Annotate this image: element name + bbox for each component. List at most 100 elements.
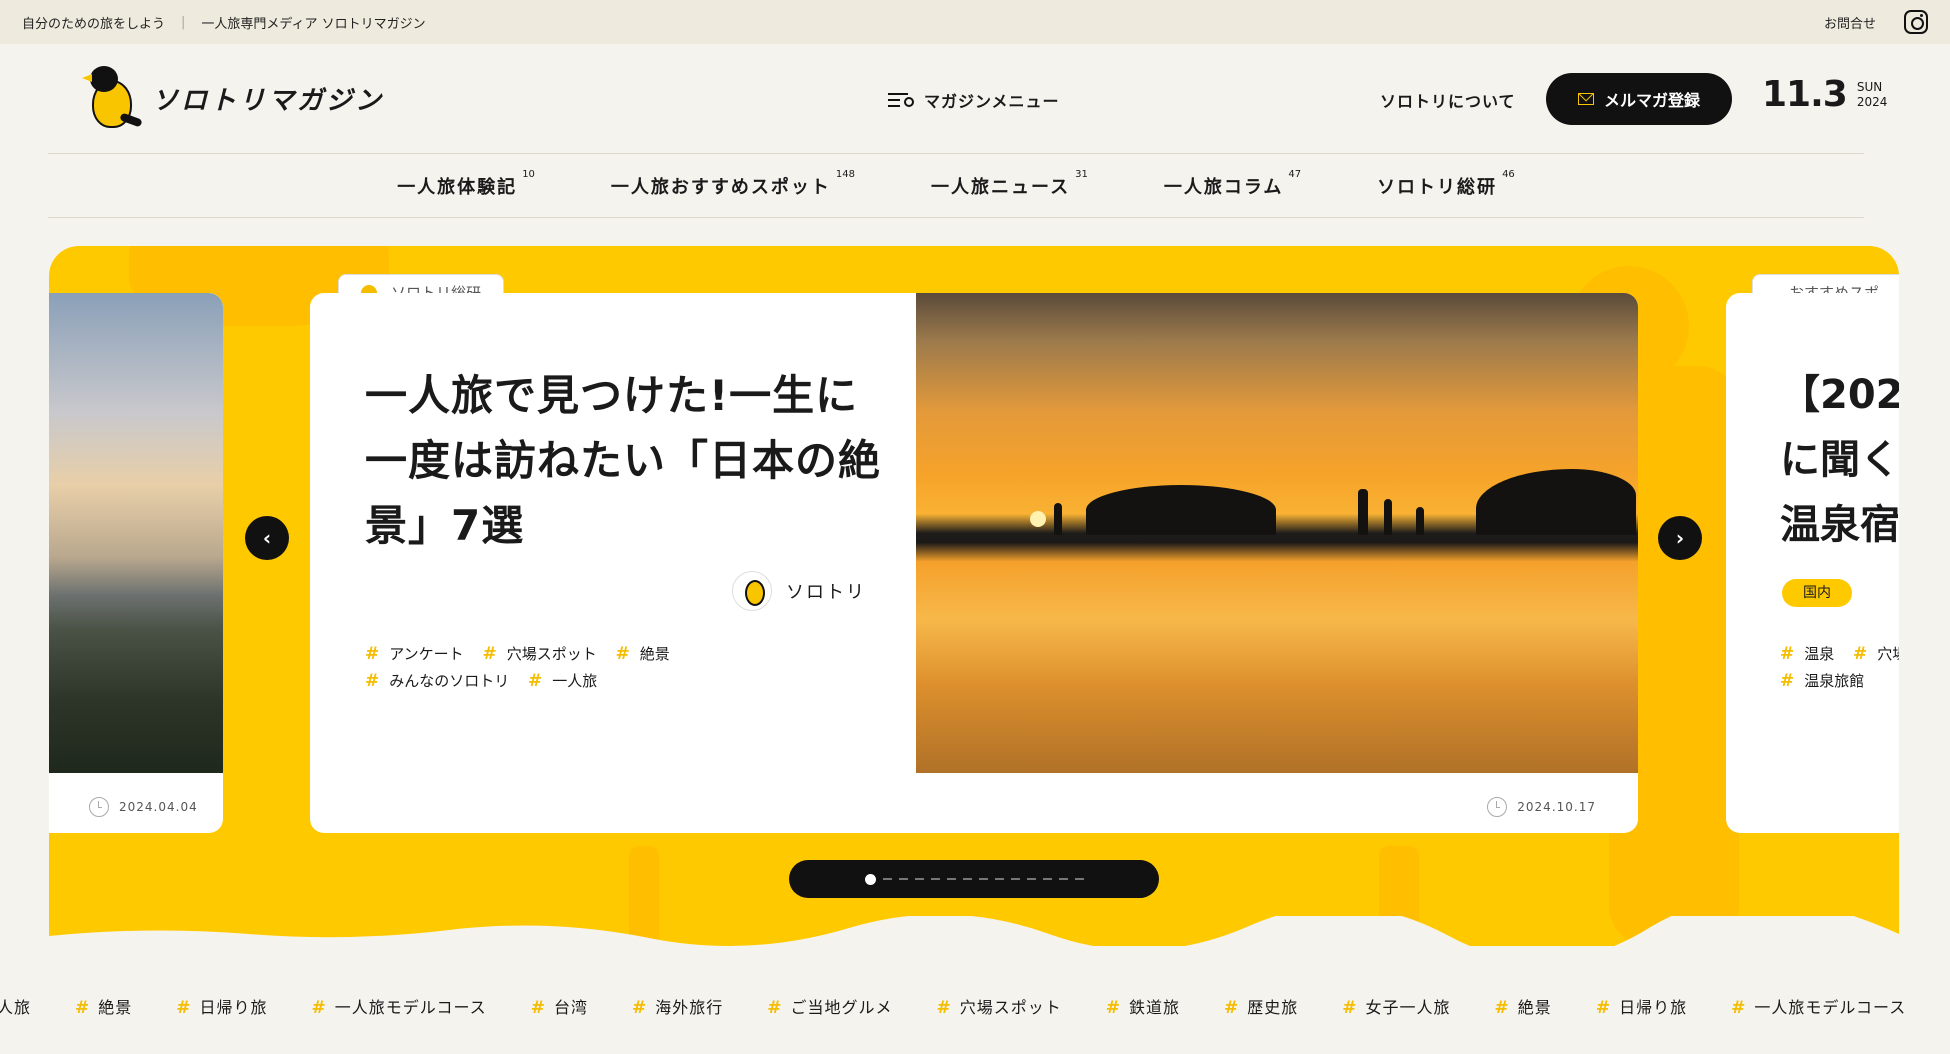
pagination-dot[interactable] bbox=[882, 878, 892, 880]
article-title[interactable]: 一人旅で見つけた!一生に一度は訪ねたい「日本の絶景」7選 bbox=[365, 363, 885, 558]
ticker-tag-label: 海外旅行 bbox=[655, 998, 724, 1017]
current-date: 11.3 SUN 2024 bbox=[1762, 74, 1887, 115]
instagram-icon[interactable] bbox=[1904, 10, 1928, 34]
ticker-tag-label: 穴場スポット bbox=[959, 998, 1062, 1017]
slide-card-next[interactable]: 【2024 に聞く 温泉宿 国内 #温泉 #穴場 #温泉旅館 bbox=[1726, 293, 1899, 833]
nav-count: 31 bbox=[1075, 168, 1088, 180]
ticker-tag[interactable]: # 絶景 bbox=[1495, 994, 1574, 1018]
hash-icon: # bbox=[1494, 998, 1510, 1018]
nav-count: 47 bbox=[1288, 168, 1302, 180]
pagination-dot[interactable] bbox=[898, 878, 908, 880]
date-day: 11.3 bbox=[1762, 74, 1848, 115]
hash-icon: # bbox=[176, 998, 192, 1018]
bird-logo-icon bbox=[82, 64, 143, 132]
article-photo-sunset[interactable] bbox=[916, 293, 1638, 773]
nav-item-column[interactable]: 一人旅コラム 47 bbox=[1163, 169, 1301, 199]
about-link[interactable]: ソロトリについて bbox=[1380, 88, 1516, 112]
hash-icon: # bbox=[1224, 998, 1240, 1018]
ticker-tag[interactable]: # ご当地グルメ bbox=[767, 994, 914, 1018]
chevron-right-icon[interactable]: › bbox=[1658, 516, 1702, 560]
logo-text: ソロトリマガジン bbox=[152, 85, 385, 116]
ticker-tag-label: 一人旅モデルコース bbox=[1754, 998, 1907, 1017]
post-date: 2024.10.17 bbox=[1487, 797, 1596, 817]
pagination-dot[interactable] bbox=[864, 873, 876, 885]
ticker-tag[interactable]: # 穴場スポット bbox=[936, 994, 1083, 1018]
pagination-dot[interactable] bbox=[994, 878, 1004, 880]
newsletter-button[interactable]: メルマガ登録 bbox=[1546, 73, 1732, 125]
ticker-tag-label: 一人旅モデルコース bbox=[334, 998, 487, 1017]
avatar bbox=[732, 571, 772, 611]
date-year: 2024 bbox=[1856, 94, 1888, 109]
clock-icon bbox=[89, 797, 109, 817]
date-weekday-year: SUN 2024 bbox=[1857, 80, 1888, 110]
post-date: 2024.04.04 bbox=[89, 797, 198, 817]
nav-item-spots[interactable]: 一人旅おすすめスポット 148 bbox=[611, 169, 855, 199]
hash-icon: # bbox=[767, 998, 783, 1018]
nav-item-experience[interactable]: 一人旅体験記 10 bbox=[397, 169, 535, 199]
slider-pagination[interactable] bbox=[789, 860, 1159, 898]
tag[interactable]: # アンケート bbox=[365, 641, 464, 668]
tag[interactable]: # 絶景 bbox=[615, 641, 669, 668]
nav-label: 一人旅ニュース bbox=[931, 176, 1071, 198]
slide-card-previous[interactable]: 2024.04.04 bbox=[49, 293, 223, 833]
ticker-tag[interactable]: # 絶景 bbox=[75, 994, 154, 1018]
post-date-text: 2024.10.17 bbox=[1517, 800, 1596, 814]
site-header: ソロトリマガジン マガジンメニュー ソロトリについて メルマガ登録 11.3 S… bbox=[48, 44, 1887, 154]
category-nav: 一人旅体験記 10 一人旅おすすめスポット 148 一人旅ニュース 31 一人旅コラム… bbox=[48, 154, 1864, 218]
ticker-tag[interactable]: # 日帰り旅 bbox=[176, 994, 289, 1018]
ticker-tag-label: 歴史旅 bbox=[1247, 998, 1299, 1017]
pagination-dot[interactable] bbox=[978, 878, 988, 880]
site-logo[interactable]: ソロトリマガジン bbox=[82, 64, 385, 132]
tag[interactable]: #穴場 bbox=[1853, 641, 1899, 668]
pagination-dot[interactable] bbox=[962, 878, 972, 880]
ticker-tag[interactable]: # 一人旅モデルコース bbox=[312, 994, 509, 1018]
mail-icon bbox=[1577, 93, 1594, 105]
date-weekday: SUN bbox=[1856, 79, 1883, 94]
tag-list: #温泉 #穴場 #温泉旅館 bbox=[1780, 641, 1899, 695]
pagination-dot[interactable] bbox=[1058, 878, 1068, 880]
pagination-dot[interactable] bbox=[1042, 878, 1052, 880]
ticker-tag[interactable]: # 鉄道旅 bbox=[1106, 994, 1202, 1018]
tag[interactable]: # 温泉旅館 bbox=[1780, 668, 1864, 695]
nav-item-research[interactable]: ソロトリ総研 46 bbox=[1377, 169, 1515, 199]
contact-link[interactable]: お問合せ bbox=[1824, 13, 1876, 32]
ticker-tag[interactable]: # 一人旅モデルコース bbox=[1731, 994, 1928, 1018]
pagination-dot[interactable] bbox=[1010, 878, 1020, 880]
pagination-dot[interactable] bbox=[930, 878, 940, 880]
hash-icon: # bbox=[1342, 998, 1358, 1018]
ticker-tag-label: ご当地グルメ bbox=[790, 998, 893, 1017]
nav-count: 148 bbox=[835, 168, 856, 180]
nav-count: 46 bbox=[1502, 168, 1515, 180]
ticker-tag[interactable]: # 台湾 bbox=[531, 994, 610, 1018]
nav-item-news[interactable]: 一人旅ニュース 31 bbox=[931, 169, 1088, 199]
pagination-dot[interactable] bbox=[914, 878, 924, 880]
search-menu-icon bbox=[888, 91, 914, 109]
ticker-tag-label: 日帰り旅 bbox=[1619, 998, 1688, 1017]
article-title[interactable]: 【2024 に聞く 温泉宿 bbox=[1780, 363, 1899, 558]
tag[interactable]: # 一人旅 bbox=[528, 668, 597, 695]
ticker-tag-label: 女子一人旅 bbox=[1365, 998, 1451, 1017]
hash-icon: # bbox=[530, 998, 546, 1018]
chevron-left-icon[interactable]: ‹ bbox=[245, 516, 289, 560]
pagination-dot[interactable] bbox=[946, 878, 956, 880]
tag[interactable]: # 穴場スポット bbox=[482, 641, 596, 668]
pagination-dot[interactable] bbox=[1074, 878, 1084, 880]
author[interactable]: ソロトリ bbox=[732, 571, 866, 611]
tag[interactable]: # 温泉 bbox=[1780, 641, 1834, 668]
pagination-dot[interactable] bbox=[1026, 878, 1036, 880]
hash-icon: # bbox=[631, 998, 648, 1018]
slide-card-current[interactable]: 一人旅で見つけた!一生に一度は訪ねたい「日本の絶景」7選 ソロトリ # アンケート… bbox=[310, 293, 1638, 833]
nav-label: ソロトリ総研 bbox=[1377, 176, 1498, 198]
tag[interactable]: # みんなのソロトリ bbox=[365, 668, 509, 695]
ticker-tag[interactable]: # 海外旅行 bbox=[632, 994, 745, 1018]
ticker-tag[interactable]: # 歴史旅 bbox=[1224, 994, 1320, 1018]
ticker-tag-label: 台湾 bbox=[553, 998, 588, 1017]
magazine-menu-button[interactable]: マガジンメニュー bbox=[888, 88, 1060, 112]
ticker-tag[interactable]: # 日帰り旅 bbox=[1596, 994, 1709, 1018]
region-badge[interactable]: 国内 bbox=[1782, 579, 1852, 607]
nav-count: 10 bbox=[522, 168, 535, 180]
ticker-tag[interactable]: # 女子一人旅 bbox=[1342, 994, 1472, 1018]
hero-wave bbox=[49, 916, 1899, 946]
nav-label: 一人旅コラム bbox=[1163, 176, 1284, 198]
ticker-tag[interactable]: 一人旅 bbox=[0, 994, 53, 1018]
